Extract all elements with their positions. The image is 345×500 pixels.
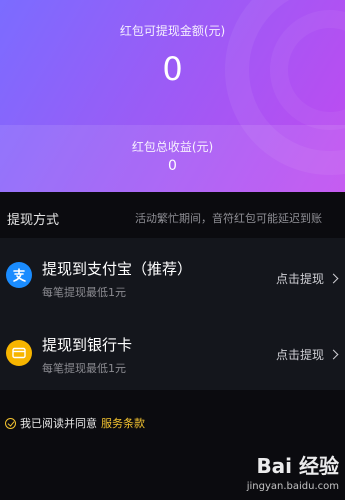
withdraw-method-title: 提现方式 [7,212,60,228]
balance-header: 红包可提现金额(元) 0 红包总收益(元) 0 [0,0,345,192]
alipay-title: 提现到支付宝（推荐） [42,260,193,278]
bank-minimum: 每笔提现最低1元 [42,362,126,375]
checkmark-icon[interactable] [5,417,16,429]
alipay-minimum: 每笔提现最低1元 [42,286,126,299]
watermark-logo-text: Bai 经验 [256,454,339,478]
alipay-withdraw-label: 点击提现 [275,272,324,286]
chevron-right-icon [328,273,339,284]
baidu-jingyan-watermark: Bai 经验 jingyan.baidu.com [219,450,339,496]
total-earnings-label: 红包总收益(元) [131,140,214,154]
bank-withdraw-label: 点击提现 [275,348,324,362]
alipay-withdraw-button[interactable]: 点击提现 [275,270,339,287]
withdraw-to-alipay-option[interactable]: 提现到支付宝（推荐） 每笔提现最低1元 点击提现 [0,238,345,314]
terms-link[interactable]: 服务条款 [101,415,145,431]
watermark-url: jingyan.baidu.com [246,481,339,492]
bank-title: 提现到银行卡 [42,336,133,354]
bank-withdraw-button[interactable]: 点击提现 [275,346,339,363]
bank-card-icon [6,340,32,366]
terms-agreement[interactable]: 我已阅读并同意 服务条款 [5,415,145,431]
agreement-text: 我已阅读并同意 [20,417,97,430]
delay-notice: 活动繁忙期间，音符红包可能延迟到账 [135,212,322,225]
total-earnings-value: 0 [168,158,177,174]
withdraw-to-bank-option[interactable]: 提现到银行卡 每笔提现最低1元 点击提现 [0,314,345,390]
withdraw-method-header: 提现方式 活动繁忙期间，音符红包可能延迟到账 [0,203,345,233]
chevron-right-icon [328,349,339,360]
withdrawable-amount: 0 [162,50,183,88]
watermark-logo: Bai 经验 [256,450,339,479]
withdrawable-label: 红包可提现金额(元) [119,24,226,38]
alipay-icon [6,262,32,288]
withdraw-method-list: 提现到支付宝（推荐） 每笔提现最低1元 点击提现 提现到银行卡 每笔提现最低1元… [0,238,345,390]
